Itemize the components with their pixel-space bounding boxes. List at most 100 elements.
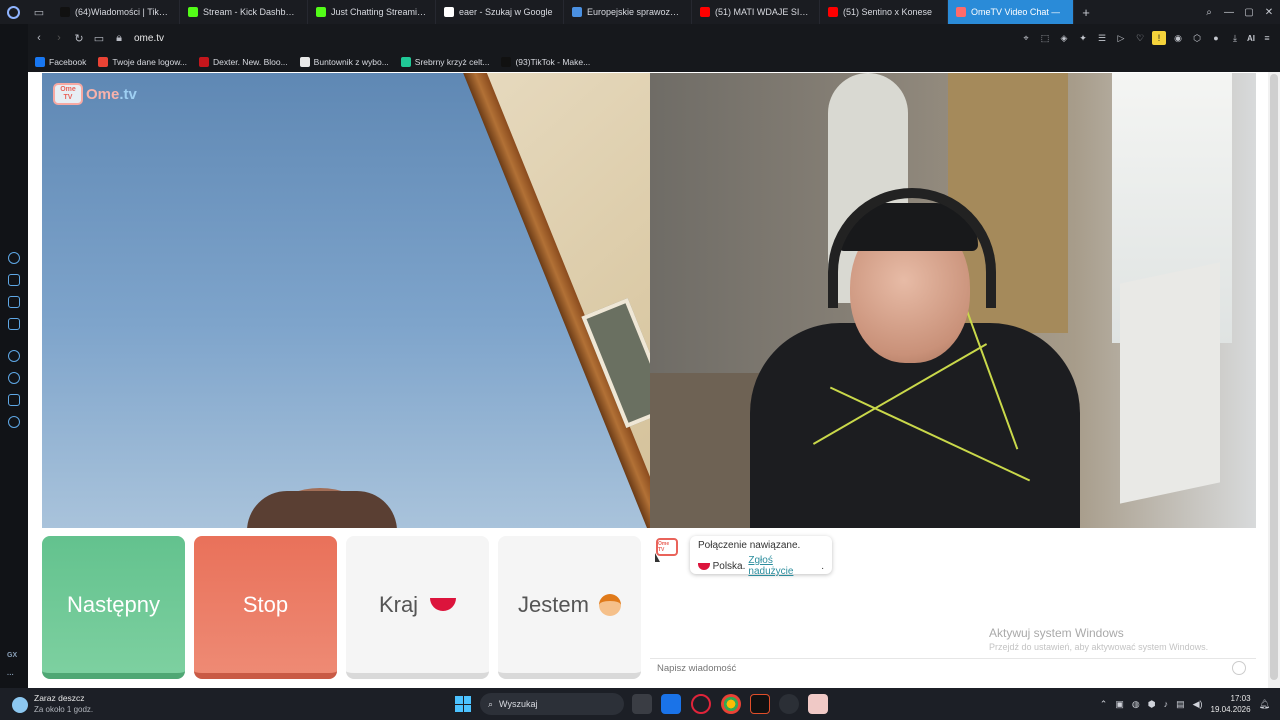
- sidebar-more-icon[interactable]: ···: [7, 672, 14, 679]
- chat-message-input[interactable]: [650, 658, 1256, 678]
- tab-menu-icon[interactable]: ▭: [26, 0, 52, 24]
- weather-widget[interactable]: Zaraz deszcz Za około 1 godz.: [12, 693, 93, 714]
- obs-icon[interactable]: [779, 694, 799, 714]
- microphone-icon[interactable]: ♪: [1164, 699, 1169, 709]
- mouse-cursor-icon: [655, 553, 660, 562]
- next-button[interactable]: Następny: [42, 536, 185, 679]
- bookmark-item[interactable]: Facebook: [35, 57, 86, 67]
- bookmark-item[interactable]: (93)TikTok - Make...: [501, 57, 590, 67]
- browser-tab[interactable]: OmeTV Video Chat —: [948, 0, 1074, 24]
- emoji-icon[interactable]: [1232, 661, 1246, 675]
- tab-favicon-icon: [700, 7, 710, 17]
- task-view-icon[interactable]: [632, 694, 652, 714]
- bookmark-label: Twoje dane logow...: [112, 57, 188, 67]
- activation-title: Aktywuj system Windows: [989, 626, 1124, 640]
- sidebar-image-icon[interactable]: [8, 296, 20, 308]
- close-icon[interactable]: ✕: [1260, 0, 1278, 24]
- pin-icon[interactable]: ⌖: [1019, 31, 1033, 45]
- sidebar-bag-icon[interactable]: [8, 274, 20, 286]
- tab-title: Europejskie sprawozdanie: [587, 7, 683, 17]
- browser-tab[interactable]: Just Chatting Streaming: [308, 0, 436, 24]
- boy-emoji-icon: [598, 593, 621, 616]
- snapshot-icon[interactable]: ⬚: [1038, 31, 1052, 45]
- tab-title: OmeTV Video Chat —: [971, 7, 1061, 17]
- windows-activation-watermark: Aktywuj system Windows Przejdź do ustawi…: [989, 626, 1208, 652]
- clock[interactable]: 17:03 19.04.2026: [1211, 693, 1251, 715]
- extension-yellow-icon[interactable]: !: [1152, 31, 1166, 45]
- window-controls: ⌕ — ▢ ✕: [1200, 0, 1280, 24]
- taskbar-search-label: Wyszukaj: [499, 699, 538, 709]
- stranger-hair: [247, 491, 397, 528]
- outlook-icon[interactable]: [661, 694, 681, 714]
- bookmark-item[interactable]: Dexter. New. Bloo...: [199, 57, 288, 67]
- gender-button[interactable]: Jestem: [498, 536, 641, 679]
- sidebar-settings-icon[interactable]: [8, 416, 20, 428]
- tray-app-icon[interactable]: ◍: [1132, 699, 1140, 710]
- extension-circle-icon[interactable]: ◉: [1171, 31, 1185, 45]
- windows-start-icon[interactable]: [455, 696, 471, 712]
- tab-favicon-icon: [572, 7, 582, 17]
- weather-subtitle: Za około 1 godz.: [34, 705, 94, 714]
- sidebar-extensions-icon[interactable]: [8, 394, 20, 406]
- browser-tab[interactable]: (51) MATI WDAJE SIE W D: [692, 0, 820, 24]
- menu-icon[interactable]: ≡: [1260, 31, 1274, 45]
- maximize-icon[interactable]: ▢: [1240, 0, 1258, 24]
- download-icon[interactable]: ⤓: [1228, 31, 1242, 45]
- gender-button-label: Jestem: [518, 591, 589, 617]
- reload-icon[interactable]: ↻: [70, 24, 88, 52]
- url-field[interactable]: ome.tv: [134, 33, 164, 44]
- country-button[interactable]: Kraj: [346, 536, 489, 679]
- sidebar-player-icon[interactable]: [8, 350, 20, 362]
- bookmark-item[interactable]: Twoje dane logow...: [98, 57, 187, 67]
- tray-app-icon[interactable]: ▣: [1115, 699, 1124, 710]
- heart-icon[interactable]: ♡: [1133, 31, 1147, 45]
- bookmark-favicon-icon: [299, 57, 310, 67]
- address-bar: ‹ › ↻ ▭ 🔒︎ ome.tv ⌖ ⬚ ◈ ✦ ☰ ▷ ♡ ! ◉ ⬡ ● …: [28, 24, 1280, 52]
- translate-icon[interactable]: ✦: [1076, 31, 1090, 45]
- volume-icon[interactable]: ◀): [1193, 699, 1203, 710]
- sidebar-gx-label[interactable]: GX: [7, 652, 17, 659]
- profile-icon[interactable]: ●: [1209, 31, 1223, 45]
- bookmark-favicon-icon: [400, 57, 411, 67]
- notifications-icon[interactable]: 🔔︎: [1259, 699, 1270, 710]
- bookmark-item[interactable]: Buntownik z wybo...: [299, 57, 389, 67]
- new-tab-icon[interactable]: +: [1074, 5, 1098, 20]
- network-icon[interactable]: ▤: [1176, 699, 1185, 710]
- bookmark-item[interactable]: Srebrny krzyż celt...: [400, 57, 489, 67]
- browser-tab[interactable]: (51) Sentino x Konese: [820, 0, 948, 24]
- camera-icon[interactable]: ▭: [90, 24, 108, 52]
- taskbar-search[interactable]: ⌕ Wyszukaj: [480, 693, 624, 715]
- minimize-icon[interactable]: —: [1220, 0, 1238, 24]
- shield-icon[interactable]: ◈: [1057, 31, 1071, 45]
- sidebar-history-icon[interactable]: [8, 372, 20, 384]
- tray-chevron-icon[interactable]: ⌃: [1100, 699, 1108, 710]
- ometv-logo[interactable]: Ome TV Ome.tv: [53, 83, 137, 105]
- report-abuse-link[interactable]: Zgłoś nadużycie: [748, 555, 818, 577]
- opera-logo-icon[interactable]: [0, 0, 26, 24]
- streaming-app-icon[interactable]: [750, 694, 770, 714]
- bookmark-label: Dexter. New. Bloo...: [213, 57, 288, 67]
- opera-icon[interactable]: [691, 694, 711, 714]
- browser-tab[interactable]: Europejskie sprawozdanie: [564, 0, 692, 24]
- self-video: [650, 73, 1256, 528]
- player-icon[interactable]: ▷: [1114, 31, 1128, 45]
- rain-cloud-icon: [12, 697, 28, 713]
- search-tabs-icon[interactable]: ⌕: [1200, 0, 1218, 24]
- ometv-taskbar-icon[interactable]: [808, 694, 828, 714]
- ai-icon[interactable]: AI: [1247, 31, 1255, 45]
- tray-app-icon[interactable]: ⬢: [1148, 699, 1156, 710]
- chrome-icon[interactable]: [721, 694, 741, 714]
- tab-title: (51) Sentino x Konese: [843, 7, 933, 17]
- stop-button[interactable]: Stop: [194, 536, 337, 679]
- clock-time: 17:03: [1230, 694, 1251, 703]
- forward-icon[interactable]: ›: [50, 24, 68, 52]
- scrollbar-thumb[interactable]: [1270, 74, 1278, 680]
- browser-tab[interactable]: (64)Wiadomości | TikTok: [52, 0, 180, 24]
- easy-setup-icon[interactable]: ☰: [1095, 31, 1109, 45]
- browser-tab[interactable]: Stream - Kick Dashboard: [180, 0, 308, 24]
- back-icon[interactable]: ‹: [30, 24, 48, 52]
- extensions-icon[interactable]: ⬡: [1190, 31, 1204, 45]
- sidebar-messenger-icon[interactable]: [8, 318, 20, 330]
- browser-tab[interactable]: eaer - Szukaj w Google: [436, 0, 564, 24]
- sidebar-refresh-icon[interactable]: [8, 252, 20, 264]
